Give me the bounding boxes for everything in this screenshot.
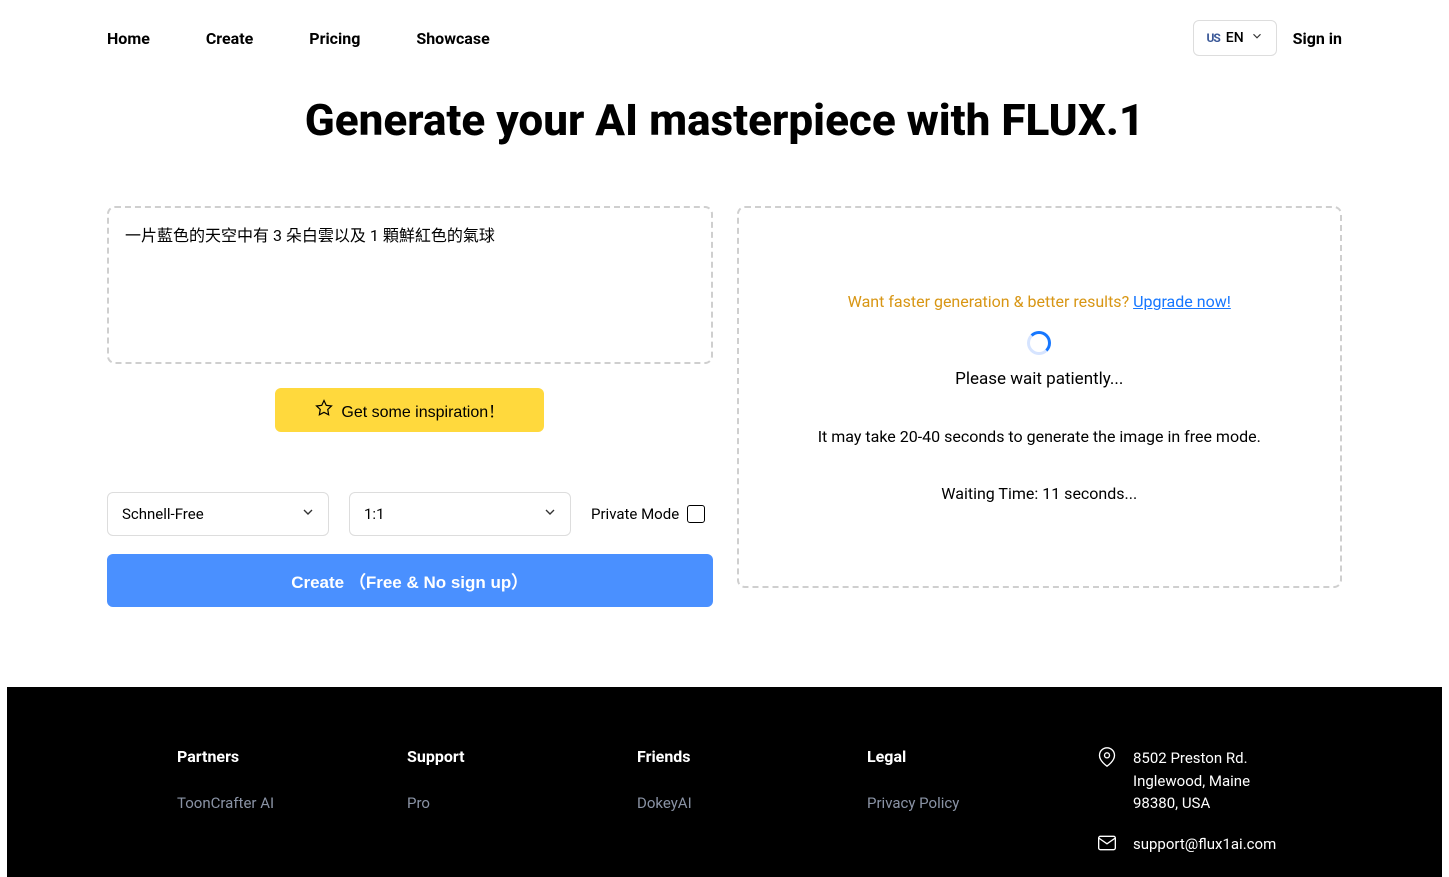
footer-contact: 8502 Preston Rd. Inglewood, Maine 98380,…: [1097, 747, 1276, 857]
main-nav: Home Create Pricing Showcase: [107, 29, 490, 48]
chevron-down-icon: [1250, 29, 1264, 47]
private-label: Private Mode: [591, 505, 679, 523]
input-column: 一片藍色的天空中有 3 朵白雲以及 1 顆鮮紅色的氣球 Get some ins…: [107, 206, 713, 607]
loading-spinner-icon: [1027, 331, 1051, 355]
hint-text: It may take 20-40 seconds to generate th…: [818, 427, 1261, 446]
wait-text: Please wait patiently...: [955, 369, 1123, 389]
upgrade-text: Want faster generation & better results?: [848, 292, 1133, 311]
footer-heading: Friends: [637, 747, 787, 766]
waiting-time-text: Waiting Time: 11 seconds...: [941, 484, 1137, 503]
header: Home Create Pricing Showcase US EN Sign …: [7, 0, 1442, 76]
nav-home[interactable]: Home: [107, 29, 150, 48]
model-selected: Schnell-Free: [122, 505, 204, 523]
page: Home Create Pricing Showcase US EN Sign …: [7, 0, 1442, 877]
controls-row: Schnell-Free 1:1 Private Mode: [107, 492, 713, 536]
footer: Partners ToonCrafter AI Support Pro Frie…: [7, 687, 1442, 877]
nav-pricing[interactable]: Pricing: [309, 29, 360, 48]
contact-address: 8502 Preston Rd. Inglewood, Maine 98380,…: [1097, 747, 1276, 815]
nav-create[interactable]: Create: [206, 29, 253, 48]
footer-support: Support Pro: [407, 747, 557, 857]
star-icon: [315, 399, 333, 422]
footer-link-dokeyai[interactable]: DokeyAI: [637, 794, 787, 812]
footer-legal: Legal Privacy Policy: [867, 747, 1017, 857]
ratio-select[interactable]: 1:1: [349, 492, 571, 536]
inspire-label: Get some inspiration！: [341, 398, 504, 422]
lang-code: EN: [1226, 30, 1244, 46]
ratio-selected: 1:1: [364, 505, 385, 523]
private-mode-toggle: Private Mode: [591, 505, 705, 523]
location-icon: [1097, 747, 1117, 771]
prompt-input[interactable]: 一片藍色的天空中有 3 朵白雲以及 1 顆鮮紅色的氣球: [107, 206, 713, 364]
sign-in-button[interactable]: Sign in: [1293, 29, 1342, 48]
create-button[interactable]: Create （Free & No sign up）: [107, 554, 713, 607]
footer-friends: Friends DokeyAI: [637, 747, 787, 857]
footer-link-pro[interactable]: Pro: [407, 794, 557, 812]
main: 一片藍色的天空中有 3 朵白雲以及 1 顆鮮紅色的氣球 Get some ins…: [7, 146, 1442, 647]
private-checkbox[interactable]: [687, 505, 705, 523]
contact-email: support@flux1ai.com: [1097, 833, 1276, 857]
model-select[interactable]: Schnell-Free: [107, 492, 329, 536]
email-text: support@flux1ai.com: [1133, 833, 1276, 856]
upgrade-line: Want faster generation & better results?…: [848, 292, 1231, 311]
language-switcher[interactable]: US EN: [1193, 20, 1276, 56]
chevron-down-icon: [542, 504, 558, 524]
footer-link-tooncrafter[interactable]: ToonCrafter AI: [177, 794, 327, 812]
footer-heading: Legal: [867, 747, 1017, 766]
nav-showcase[interactable]: Showcase: [416, 29, 489, 48]
flag-icon: US: [1206, 31, 1219, 45]
footer-heading: Support: [407, 747, 557, 766]
footer-heading: Partners: [177, 747, 327, 766]
page-title: Generate your AI masterpiece with FLUX.1: [7, 94, 1442, 146]
mail-icon: [1097, 833, 1117, 857]
chevron-down-icon: [300, 504, 316, 524]
footer-partners: Partners ToonCrafter AI: [177, 747, 327, 857]
output-panel: Want faster generation & better results?…: [737, 206, 1343, 588]
output-column: Want faster generation & better results?…: [737, 206, 1343, 607]
footer-link-privacy[interactable]: Privacy Policy: [867, 794, 1017, 812]
address-text: 8502 Preston Rd. Inglewood, Maine 98380,…: [1133, 747, 1276, 815]
inspire-button[interactable]: Get some inspiration！: [275, 388, 544, 432]
upgrade-link[interactable]: Upgrade now!: [1133, 292, 1231, 311]
header-right: US EN Sign in: [1193, 20, 1342, 56]
